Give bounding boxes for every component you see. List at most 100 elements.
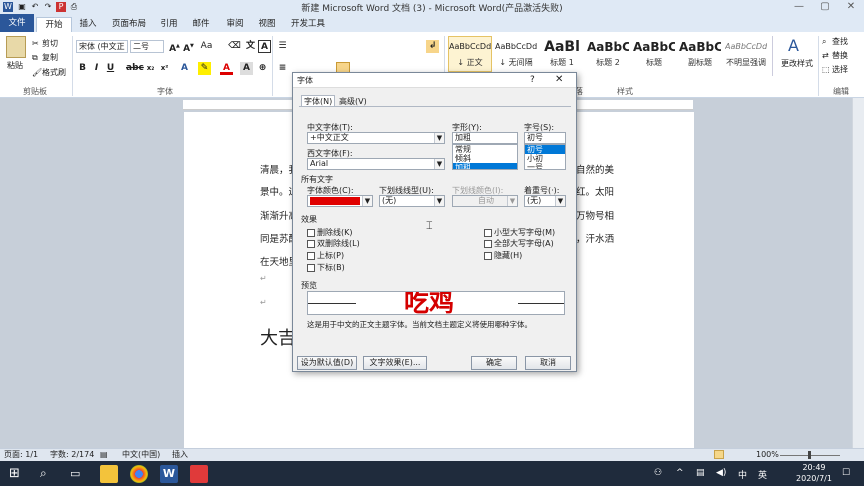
char-border-icon[interactable]: A (258, 40, 271, 53)
list-item[interactable]: 小初 (525, 154, 565, 163)
word-count[interactable]: 字数: 2/174 (50, 449, 94, 461)
set-default-button[interactable]: 设为默认值(D) (297, 356, 357, 370)
people-icon[interactable]: ⚇ (654, 468, 662, 478)
size-input[interactable]: 初号 (524, 132, 566, 144)
underline-select[interactable]: (无) ▼ (379, 195, 445, 207)
close-window-button[interactable]: ✕ (838, 0, 864, 14)
dialog-close-icon[interactable]: ✕ (555, 74, 563, 85)
minimize-button[interactable]: — (786, 0, 812, 14)
subscript-checkbox[interactable]: 下标(B) (307, 262, 345, 273)
west-font-select[interactable]: Arial ▼ (307, 158, 445, 170)
zoom-level[interactable]: 100% (756, 449, 779, 461)
list-item[interactable]: 倾斜 (453, 154, 517, 163)
superscript-button[interactable]: x² (158, 62, 171, 75)
lang-indicator[interactable]: 英 (758, 468, 767, 481)
list-item-selected[interactable]: 初号 (525, 145, 565, 154)
grow-font-icon[interactable]: A▲ (168, 40, 181, 54)
highlight-icon[interactable]: ✎ (198, 62, 211, 75)
file-explorer-icon[interactable] (100, 465, 118, 483)
tab-references[interactable]: 引用 (154, 17, 184, 32)
cn-font-select[interactable]: +中文正文 ▼ (307, 132, 445, 144)
change-case-icon[interactable]: Aa (200, 40, 213, 53)
font-name-combo[interactable]: 宋体 (中文正 (76, 40, 128, 53)
maximize-button[interactable]: ▢ (812, 0, 838, 14)
hidden-checkbox[interactable]: 隐藏(H) (484, 250, 522, 261)
tray-chevron-icon[interactable]: ^ (676, 468, 684, 478)
checkbox-box[interactable] (307, 251, 315, 260)
checkbox-box[interactable] (484, 228, 492, 237)
windows-start-icon[interactable]: ⊞ (9, 466, 20, 481)
tab-page-layout[interactable]: 页面布局 (106, 17, 152, 32)
char-shading-icon[interactable]: A (240, 62, 253, 75)
vertical-scrollbar[interactable] (852, 98, 864, 448)
double-strikethrough-checkbox[interactable]: 双删除线(L) (307, 238, 360, 249)
strikethrough-checkbox[interactable]: 删除线(K) (307, 227, 353, 238)
emphasis-select[interactable]: (无) ▼ (524, 195, 566, 207)
list-item[interactable]: 常规 (453, 145, 517, 154)
strikethrough-button[interactable]: abc (126, 62, 144, 75)
notifications-icon[interactable]: ☐ (842, 468, 850, 478)
cut-button[interactable]: ✂ 剪切 (32, 38, 58, 49)
format-painter-button[interactable]: 🖌格式刷 (32, 67, 66, 78)
styles-scroll[interactable] (772, 36, 776, 76)
paste-icon[interactable] (6, 36, 26, 58)
zoom-slider-thumb[interactable] (808, 451, 811, 459)
print-layout-icon[interactable] (714, 450, 724, 459)
style-normal[interactable]: AaBbCcDd ↓ 正文 (448, 36, 492, 72)
bullets-icon[interactable]: ☰ (276, 40, 289, 53)
superscript-checkbox[interactable]: 上标(P) (307, 250, 344, 261)
all-caps-checkbox[interactable]: 全部大写字母(A) (484, 238, 554, 249)
font-color-select[interactable]: ▼ (307, 195, 373, 207)
size-list[interactable]: 初号 小初 一号 (524, 144, 566, 170)
language-status[interactable]: 中文(中国) (122, 449, 160, 461)
tab-developer[interactable]: 开发工具 (286, 17, 330, 32)
font-color-icon[interactable]: A (220, 62, 233, 75)
tab-view[interactable]: 视图 (252, 17, 282, 32)
list-item[interactable]: 一号 (525, 163, 565, 169)
phonetic-icon[interactable]: 文 (244, 40, 257, 53)
italic-button[interactable]: I (90, 62, 103, 75)
style-heading-1[interactable]: AaBl 标题 1 (540, 36, 584, 72)
enclose-char-icon[interactable]: ⊕ (256, 62, 269, 75)
style-subtitle[interactable]: AaBbC 副标题 (678, 36, 722, 72)
checkbox-box[interactable] (307, 239, 315, 248)
align-left-icon[interactable]: ≡ (276, 62, 289, 75)
checkbox-box[interactable] (307, 228, 315, 237)
ok-button[interactable]: 确定 (471, 356, 517, 370)
clock-date[interactable]: 2020/7/1 (790, 474, 838, 483)
tab-file[interactable]: 文件 (0, 14, 34, 32)
style-list[interactable]: 常规 倾斜 加粗 (452, 144, 518, 170)
show-marks-icon[interactable]: ↲ (426, 40, 439, 53)
select-button[interactable]: ⬚ 选择 (822, 64, 848, 75)
subscript-button[interactable]: x₂ (144, 62, 157, 75)
network-icon[interactable]: ▤ (696, 468, 705, 478)
proofing-icon[interactable]: ▤ (100, 449, 108, 461)
checkbox-box[interactable] (307, 263, 315, 272)
cancel-button[interactable]: 取消 (525, 356, 571, 370)
task-view-icon[interactable]: ▭ (70, 467, 80, 480)
clock-time[interactable]: 20:49 (794, 463, 834, 472)
page-count[interactable]: 页面: 1/1 (4, 449, 38, 461)
find-button[interactable]: ⌕ 查找 (822, 36, 848, 47)
text-effects-icon[interactable]: A (178, 62, 191, 75)
list-item-selected[interactable]: 加粗 (453, 163, 517, 169)
style-no-spacing[interactable]: AaBbCcDd ↓ 无间隔 (494, 36, 538, 72)
tab-mailings[interactable]: 邮件 (186, 17, 216, 32)
copy-button[interactable]: ⧉ 复制 (32, 52, 58, 63)
change-styles-button[interactable]: 更改样式 (780, 58, 814, 69)
search-icon[interactable]: ⌕ (40, 466, 47, 481)
volume-icon[interactable]: ◀) (716, 468, 726, 478)
bold-button[interactable]: B (76, 62, 89, 75)
paste-button[interactable]: 粘贴 (7, 60, 23, 71)
help-icon[interactable]: ? (530, 75, 535, 85)
tab-review[interactable]: 审阅 (220, 17, 250, 32)
style-title[interactable]: AaBbC 标题 (632, 36, 676, 72)
small-caps-checkbox[interactable]: 小型大写字母(M) (484, 227, 555, 238)
tab-insert[interactable]: 插入 (72, 17, 104, 32)
insert-mode[interactable]: 插入 (172, 449, 188, 461)
ime-indicator[interactable]: 中 (738, 468, 747, 481)
font-size-combo[interactable]: 二号 (130, 40, 164, 53)
replace-button[interactable]: ⇄ 替换 (822, 50, 848, 61)
tab-home[interactable]: 开始 (36, 17, 72, 32)
checkbox-box[interactable] (484, 251, 492, 260)
